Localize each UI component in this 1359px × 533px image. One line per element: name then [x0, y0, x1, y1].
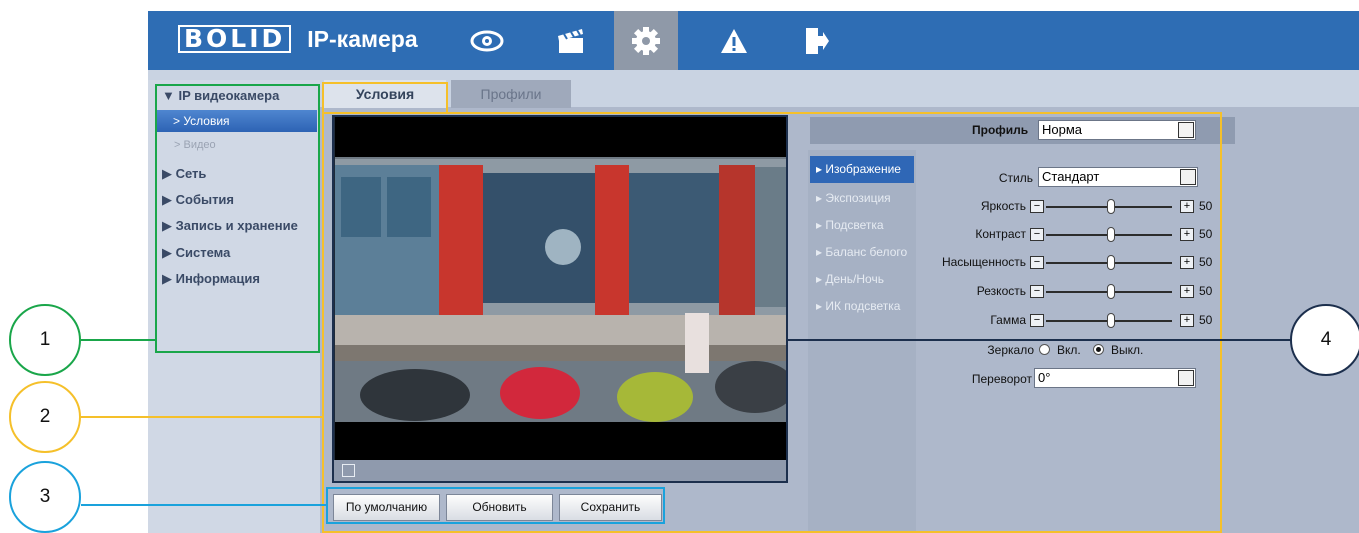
minus-icon[interactable]: −: [1030, 256, 1044, 269]
chevron-down-icon: [1180, 169, 1196, 185]
brightness-label: Яркость: [980, 199, 1026, 213]
mirror-on-label: Вкл.: [1057, 343, 1081, 357]
slider-knob[interactable]: [1107, 284, 1115, 299]
callout-circle-4: 4: [1290, 304, 1359, 376]
menu-item-white-balance[interactable]: ▸ Баланс белого: [816, 245, 907, 259]
gear-icon[interactable]: [614, 11, 678, 70]
fullscreen-icon[interactable]: [342, 464, 355, 477]
sidebar-group-ip-camera[interactable]: ▼ IP видеокамера: [162, 88, 279, 103]
brand-logo: BOLID IP-камера: [178, 25, 418, 53]
video-control-bar: [334, 460, 788, 482]
minus-icon[interactable]: −: [1030, 285, 1044, 298]
chevron-down-icon: [1178, 122, 1194, 138]
minus-icon[interactable]: −: [1030, 314, 1044, 327]
save-button[interactable]: Сохранить: [559, 494, 662, 521]
gamma-slider[interactable]: − + 50: [1030, 313, 1220, 329]
sidebar-item-conditions[interactable]: > Условия: [157, 110, 317, 132]
minus-icon[interactable]: −: [1030, 200, 1044, 213]
gamma-value: 50: [1199, 313, 1213, 327]
mirror-on-radio[interactable]: [1039, 344, 1050, 355]
tab-conditions[interactable]: Условия: [324, 80, 446, 108]
eye-icon[interactable]: [455, 11, 519, 70]
gamma-label: Гамма: [990, 313, 1026, 327]
contrast-slider[interactable]: − + 50: [1030, 227, 1220, 243]
refresh-button[interactable]: Обновить: [446, 494, 553, 521]
callout-circle-1: 1: [9, 304, 81, 376]
menu-item-backlight[interactable]: ▸ Подсветка: [816, 218, 884, 232]
menu-item-image[interactable]: ▸ Изображение: [810, 156, 914, 183]
bolid-logo: BOLID: [178, 25, 292, 53]
camera-frame-image: [335, 117, 787, 460]
menu-item-ir[interactable]: ▸ ИК подсветка: [816, 299, 900, 313]
profile-select-value: Норма: [1042, 122, 1083, 137]
warning-icon[interactable]: [702, 11, 766, 70]
sidebar-item-system[interactable]: ▶ Система: [162, 245, 230, 261]
brightness-value: 50: [1199, 199, 1213, 213]
contrast-label: Контраст: [975, 227, 1026, 241]
mirror-label: Зеркало: [987, 343, 1034, 357]
tab-profiles[interactable]: Профили: [451, 80, 571, 108]
sharpness-label: Резкость: [976, 284, 1026, 298]
brightness-slider[interactable]: − + 50: [1030, 199, 1220, 215]
minus-icon[interactable]: −: [1030, 228, 1044, 241]
flip-label: Переворот: [971, 372, 1032, 386]
flip-select[interactable]: 0°: [1034, 368, 1196, 388]
default-button[interactable]: По умолчанию: [333, 494, 440, 521]
sidebar-item-storage[interactable]: ▶ Запись и хранение: [162, 218, 298, 234]
sidebar-item-network[interactable]: ▶ Сеть: [162, 166, 206, 182]
sharpness-slider[interactable]: − + 50: [1030, 284, 1220, 300]
callout-line-1: [81, 339, 156, 341]
saturation-slider[interactable]: − + 50: [1030, 255, 1220, 271]
logout-icon[interactable]: [784, 11, 848, 70]
clapperboard-icon[interactable]: [539, 11, 603, 70]
video-preview: [334, 116, 788, 482]
callout-circle-3: 3: [9, 461, 81, 533]
plus-icon[interactable]: +: [1180, 228, 1194, 241]
app-title: IP-камера: [307, 25, 418, 52]
slider-knob[interactable]: [1107, 255, 1115, 270]
profile-label: Профиль: [972, 123, 1029, 137]
flip-select-value: 0°: [1038, 370, 1051, 385]
slider-knob[interactable]: [1107, 227, 1115, 242]
mirror-off-label: Выкл.: [1111, 343, 1144, 357]
plus-icon[interactable]: +: [1180, 200, 1194, 213]
plus-icon[interactable]: +: [1180, 285, 1194, 298]
sidebar-item-video[interactable]: > Видео: [174, 139, 216, 151]
style-select-value: Стандарт: [1042, 169, 1100, 184]
mirror-off-radio[interactable]: [1093, 344, 1104, 355]
menu-item-day-night[interactable]: ▸ День/Ночь: [816, 272, 884, 286]
style-label: Стиль: [998, 171, 1033, 185]
contrast-value: 50: [1199, 227, 1213, 241]
slider-knob[interactable]: [1107, 199, 1115, 214]
top-navigation-bar: BOLID IP-камера: [148, 11, 1359, 70]
plus-icon[interactable]: +: [1180, 314, 1194, 327]
sidebar-item-events[interactable]: ▶ События: [162, 192, 234, 208]
saturation-label: Насыщенность: [941, 255, 1026, 269]
chevron-down-icon: [1178, 370, 1194, 386]
saturation-value: 50: [1199, 255, 1213, 269]
style-select[interactable]: Стандарт: [1038, 167, 1198, 187]
plus-icon[interactable]: +: [1180, 256, 1194, 269]
menu-item-exposure[interactable]: ▸ Экспозиция: [816, 191, 891, 205]
settings-menu: [808, 150, 916, 533]
profile-select[interactable]: Норма: [1038, 120, 1196, 140]
sharpness-value: 50: [1199, 284, 1213, 298]
sidebar-item-info[interactable]: ▶ Информация: [162, 271, 260, 287]
callout-circle-2: 2: [9, 381, 81, 453]
slider-knob[interactable]: [1107, 313, 1115, 328]
